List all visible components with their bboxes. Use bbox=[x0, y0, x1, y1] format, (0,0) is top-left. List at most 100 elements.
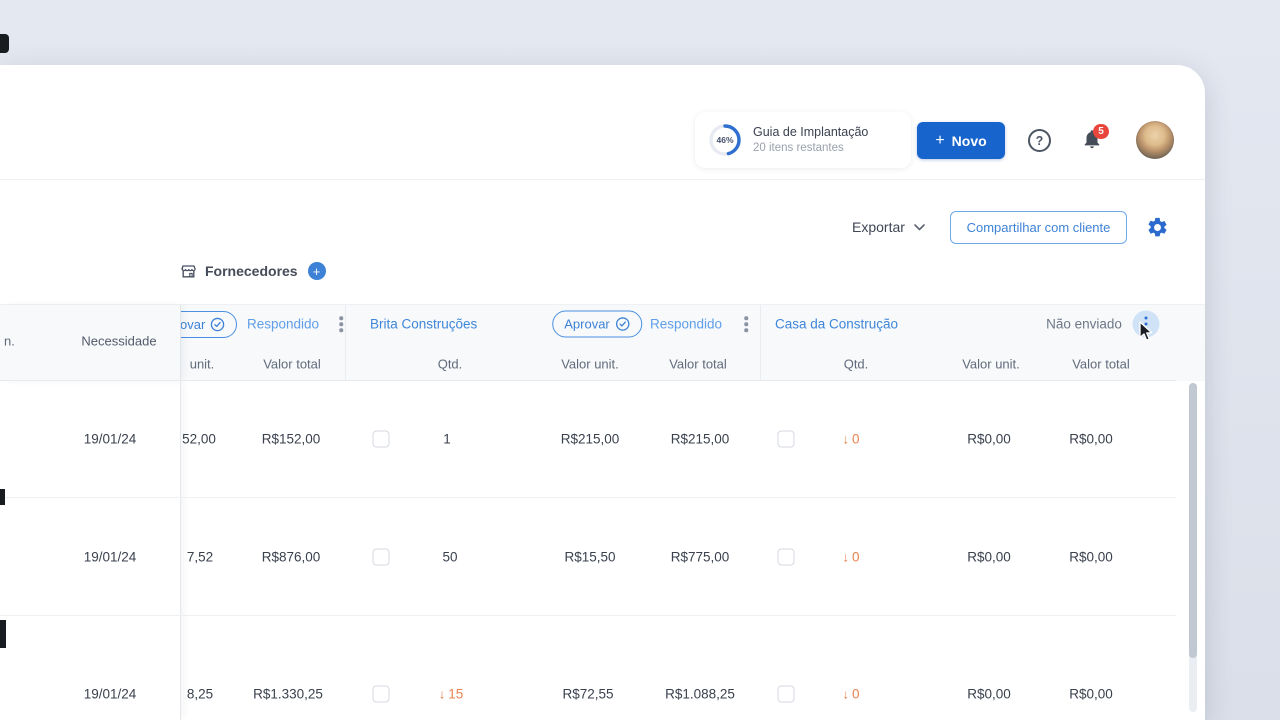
qty-number: 0 bbox=[851, 549, 860, 565]
user-avatar[interactable] bbox=[1136, 121, 1174, 159]
implementation-guide-card[interactable]: 46% Guia de Implantação 20 itens restant… bbox=[695, 112, 911, 168]
guide-subtitle: 20 itens restantes bbox=[753, 142, 844, 154]
notification-count: 5 bbox=[1098, 126, 1104, 137]
supplier1-status[interactable]: Respondido bbox=[247, 317, 319, 332]
guide-title: Guia de Implantação bbox=[753, 125, 869, 139]
plus-icon: + bbox=[312, 263, 321, 279]
suppliers-bar: Fornecedores + bbox=[180, 262, 326, 280]
progress-percent: 46% bbox=[716, 135, 734, 145]
topbar-divider bbox=[0, 179, 1205, 180]
store-icon bbox=[181, 264, 196, 278]
screen: { "colors": { "primary_blue": "#1765cc",… bbox=[0, 0, 1280, 720]
mouse-cursor bbox=[1136, 321, 1155, 348]
supplier-column-separator bbox=[760, 305, 761, 381]
plus-icon: + bbox=[935, 131, 945, 149]
background-window-fragment bbox=[0, 34, 9, 53]
fixed-column-body: 19/01/24 19/01/24 19/01/24 bbox=[0, 381, 181, 720]
qty-number: 0 bbox=[851, 686, 860, 702]
s1-total-value: R$876,00 bbox=[261, 549, 321, 565]
cursor-arrow-icon bbox=[1139, 321, 1153, 341]
supplier3-name[interactable]: Casa da Construção bbox=[775, 317, 898, 332]
row-checkbox[interactable] bbox=[777, 685, 795, 703]
row-checkbox[interactable] bbox=[372, 685, 390, 703]
s2-qty-value: 50 bbox=[442, 549, 458, 565]
arrow-down-icon: ↓ bbox=[842, 686, 849, 702]
supplier2-name[interactable]: Brita Construções bbox=[370, 317, 477, 332]
guide-texts: Guia de Implantação 20 itens restantes bbox=[753, 124, 868, 156]
s2-unit-value: R$215,00 bbox=[560, 431, 620, 447]
row-checkbox[interactable] bbox=[372, 430, 390, 448]
arrow-down-icon: ↓ bbox=[842, 431, 849, 447]
s3-unit-column-label: Valor unit. bbox=[962, 356, 1020, 372]
s2-unit-value: R$15,50 bbox=[564, 549, 616, 565]
s2-total-value: R$1.088,25 bbox=[665, 686, 735, 702]
background-window-fragment bbox=[0, 620, 6, 648]
arrow-down-icon: ↓ bbox=[438, 686, 446, 702]
row-checkbox[interactable] bbox=[777, 548, 795, 566]
add-supplier-button[interactable]: + bbox=[307, 262, 326, 280]
s2-total-value: R$775,00 bbox=[670, 549, 730, 565]
table-header-bottom-border bbox=[0, 380, 1176, 381]
supplier3-status: Não enviado bbox=[1046, 316, 1122, 332]
s1-total-value: R$152,00 bbox=[261, 431, 321, 447]
chevron-down-icon bbox=[914, 223, 925, 230]
fixed-column-header: n. Necessidade bbox=[0, 305, 181, 381]
s1-total-value: R$1.330,25 bbox=[253, 686, 323, 702]
settings-button[interactable] bbox=[1146, 216, 1169, 244]
s1-total-column-label: Valor total bbox=[263, 356, 321, 372]
s3-qty-value: ↓ 0 bbox=[842, 550, 859, 565]
s3-qty-value: ↓ 0 bbox=[842, 432, 859, 447]
s2-total-value: R$215,00 bbox=[670, 431, 730, 447]
arrow-down-icon: ↓ bbox=[842, 549, 849, 565]
gear-icon bbox=[1148, 217, 1167, 237]
s3-total-column-label: Valor total bbox=[1072, 356, 1130, 372]
qty-number: 0 bbox=[851, 431, 860, 447]
suppliers-label: Fornecedores bbox=[205, 263, 298, 279]
export-button[interactable]: Exportar bbox=[852, 219, 925, 235]
supplier-column-separator bbox=[345, 305, 346, 381]
s2-unit-value: R$72,55 bbox=[562, 686, 614, 702]
item-column-label: n. bbox=[4, 333, 15, 349]
check-circle-icon bbox=[211, 317, 225, 332]
row-divider bbox=[0, 615, 1176, 616]
s1-unit-value: 8,25 bbox=[186, 686, 214, 702]
export-label: Exportar bbox=[852, 219, 905, 235]
help-button[interactable]: ? bbox=[1028, 129, 1051, 152]
supplier1-menu-button[interactable] bbox=[339, 316, 343, 332]
s2-qty-value: 1 bbox=[443, 431, 451, 447]
progress-ring: 46% bbox=[707, 122, 743, 158]
s3-total-value: R$0,00 bbox=[1069, 431, 1113, 447]
s3-qty-column-label: Qtd. bbox=[843, 356, 869, 372]
s2-total-column-label: Valor total bbox=[669, 356, 727, 372]
supplier2-status[interactable]: Respondido bbox=[650, 317, 722, 332]
share-with-client-button[interactable]: Compartilhar com cliente bbox=[950, 211, 1127, 244]
share-button-label: Compartilhar com cliente bbox=[966, 220, 1111, 235]
need-date: 19/01/24 bbox=[83, 549, 137, 565]
need-date: 19/01/24 bbox=[83, 431, 137, 447]
s3-unit-value: R$0,00 bbox=[967, 431, 1011, 447]
s2-qty-value: ↓ 15 bbox=[439, 687, 464, 702]
approve-button-supplier2[interactable]: Aprovar bbox=[552, 310, 642, 338]
s1-unit-value: 7,52 bbox=[186, 549, 214, 565]
need-date: 19/01/24 bbox=[83, 686, 137, 702]
s3-unit-value: R$0,00 bbox=[967, 686, 1011, 702]
s1-unit-column-label: unit. bbox=[189, 356, 215, 372]
row-checkbox[interactable] bbox=[372, 548, 390, 566]
need-column-label: Necessidade bbox=[81, 333, 157, 349]
s3-qty-value: ↓ 0 bbox=[842, 687, 859, 702]
row-checkbox[interactable] bbox=[777, 430, 795, 448]
s3-total-value: R$0,00 bbox=[1069, 549, 1113, 565]
row-divider bbox=[0, 497, 1176, 498]
approve-label: Aprovar bbox=[564, 316, 610, 332]
question-mark-icon: ? bbox=[1035, 133, 1044, 148]
new-button[interactable]: + Novo bbox=[917, 122, 1005, 159]
s3-unit-value: R$0,00 bbox=[967, 549, 1011, 565]
vertical-scrollbar-thumb[interactable] bbox=[1189, 383, 1197, 658]
s3-total-value: R$0,00 bbox=[1069, 686, 1113, 702]
s2-qty-column-label: Qtd. bbox=[437, 356, 463, 372]
supplier2-menu-button[interactable] bbox=[744, 316, 748, 332]
check-circle-icon bbox=[615, 317, 630, 331]
new-button-label: Novo bbox=[951, 132, 987, 149]
qty-number: 15 bbox=[448, 686, 464, 702]
s1-unit-value: 52,00 bbox=[182, 431, 216, 447]
